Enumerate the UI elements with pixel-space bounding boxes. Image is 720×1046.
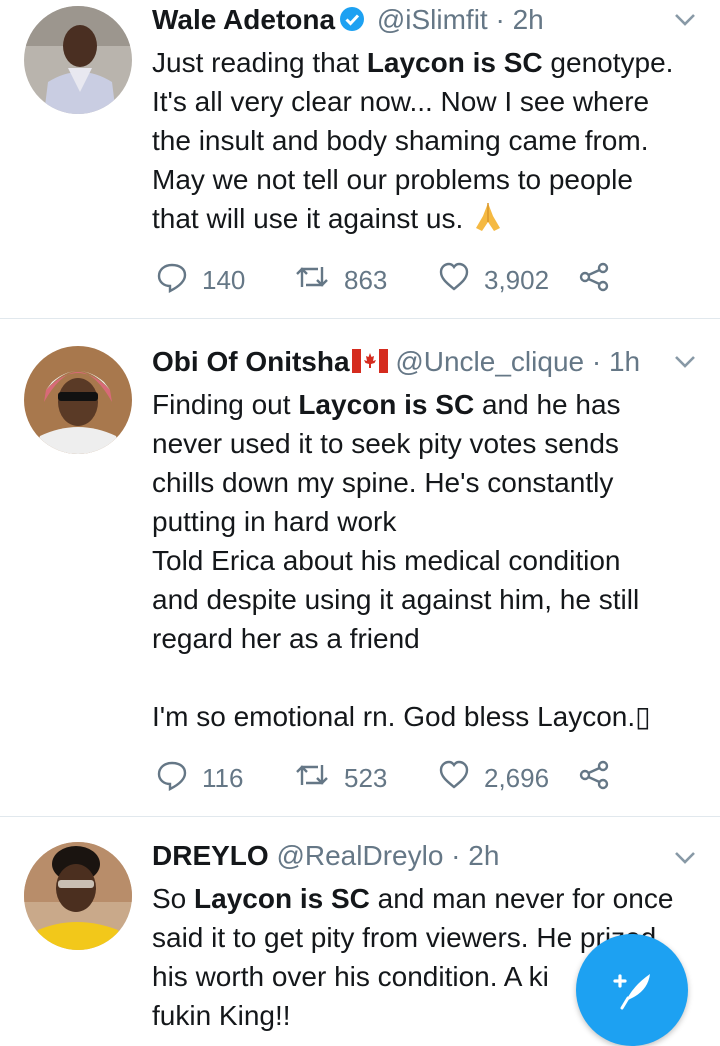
reply-count: 116 — [202, 762, 244, 793]
like-count: 3,902 — [484, 264, 550, 295]
reply-icon — [156, 261, 188, 300]
tweet-text: Finding out Laycon is SC and he has neve… — [152, 385, 712, 736]
tweet-header: Wale Adetona @iSlimfit · 2h — [152, 0, 660, 40]
bold-text: Laycon is SC — [366, 47, 543, 78]
heart-icon — [438, 262, 470, 299]
text-line: that will use it against us. — [152, 199, 712, 244]
share-icon — [578, 261, 610, 300]
text-line: the insult and body shaming came from. — [152, 125, 649, 156]
verified-badge-icon — [339, 3, 365, 43]
text-line: never used it to seek pity votes sends — [152, 428, 619, 459]
text-line: Told Erica about his medical condition — [152, 545, 621, 576]
avatar[interactable] — [24, 346, 132, 454]
chevron-down-icon[interactable] — [672, 6, 698, 37]
separator-dot: · — [495, 4, 505, 35]
text-line: It's all very clear now... Now I see whe… — [152, 86, 650, 117]
text-line — [152, 658, 712, 697]
bold-text: Laycon is SC — [194, 883, 370, 914]
compose-feather-icon — [606, 962, 658, 1019]
like-count: 2,696 — [484, 762, 550, 793]
user-handle[interactable]: @Uncle_clique — [395, 346, 584, 377]
tweet-text: Just reading that Laycon is SC genotype.… — [152, 43, 712, 244]
retweet-button[interactable]: 863 — [294, 260, 387, 300]
tweet-header: Obi Of Onitsha @Uncle_clique · 1h — [152, 342, 660, 382]
tweet-1[interactable]: Wale Adetona @iSlimfit · 2h Just reading… — [0, 0, 720, 318]
reply-button[interactable]: 140 — [156, 260, 245, 300]
text-line: I'm so emotional rn. God bless Laycon.▯ — [152, 701, 651, 732]
reply-count: 140 — [202, 264, 246, 295]
retweet-button[interactable]: 523 — [294, 758, 387, 798]
compose-tweet-button[interactable] — [576, 934, 688, 1046]
user-handle[interactable]: @RealDreylo — [276, 840, 443, 871]
display-name[interactable]: Wale Adetona — [152, 4, 335, 35]
reply-icon — [156, 759, 188, 798]
folded-hands-icon — [471, 200, 505, 244]
display-name[interactable]: Obi Of Onitsha — [152, 346, 350, 377]
chevron-down-icon[interactable] — [672, 844, 698, 875]
divider — [0, 318, 720, 319]
divider — [0, 816, 720, 817]
heart-icon — [438, 760, 470, 797]
text-line: putting in hard work — [152, 506, 397, 537]
like-button[interactable]: 2,696 — [438, 758, 549, 798]
avatar[interactable] — [24, 6, 132, 114]
timestamp[interactable]: 2h — [468, 840, 499, 871]
text-line: Finding out Laycon is SC and he has — [152, 389, 621, 420]
retweet-count: 863 — [344, 264, 388, 295]
separator-dot: · — [451, 840, 461, 871]
retweet-count: 523 — [344, 762, 388, 793]
text-line: So Laycon is SC and man never for once — [152, 883, 674, 914]
canada-flag-icon — [351, 344, 388, 384]
timestamp[interactable]: 1h — [609, 346, 640, 377]
share-button[interactable] — [578, 758, 610, 798]
retweet-icon — [294, 759, 330, 798]
bold-text: Laycon is SC — [298, 389, 475, 420]
retweet-icon — [294, 261, 330, 300]
tweet-header: DREYLO @RealDreylo · 2h — [152, 836, 660, 876]
chevron-down-icon[interactable] — [672, 348, 698, 379]
text-line: and despite using it against him, he sti… — [152, 584, 640, 615]
text-line: chills down my spine. He's constantly — [152, 467, 614, 498]
reply-button[interactable]: 116 — [156, 758, 243, 798]
tweet-2[interactable]: Obi Of Onitsha @Uncle_clique · 1h Findin… — [0, 340, 720, 816]
avatar[interactable] — [24, 842, 132, 950]
user-handle[interactable]: @iSlimfit — [377, 4, 488, 35]
text-line: Just reading that Laycon is SC genotype. — [152, 47, 674, 78]
share-button[interactable] — [578, 260, 610, 300]
separator-dot: · — [591, 346, 602, 377]
text-line: regard her as a friend — [152, 623, 420, 654]
timestamp[interactable]: 2h — [513, 4, 544, 35]
text-line: May we not tell our problems to people — [152, 164, 633, 195]
like-button[interactable]: 3,902 — [438, 260, 549, 300]
display-name[interactable]: DREYLO — [152, 840, 269, 871]
share-icon — [578, 759, 610, 798]
